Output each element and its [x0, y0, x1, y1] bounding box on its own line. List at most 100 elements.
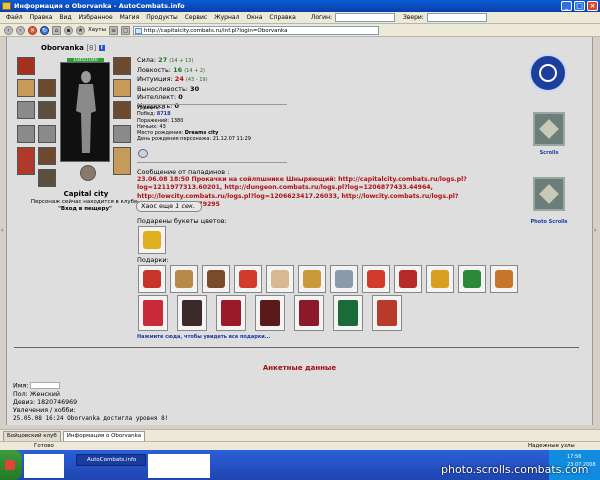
- stop-icon[interactable]: ×: [28, 25, 37, 35]
- earring-slot-icon[interactable]: [38, 125, 56, 143]
- divider: [14, 347, 579, 348]
- profile-block: Имя: Пол: Женский Девиз: 1820746969 Увле…: [13, 382, 168, 423]
- flower-bouquet-icon[interactable]: [138, 226, 166, 254]
- favorites-button[interactable]: Хауты: [88, 27, 106, 33]
- close-button[interactable]: ×: [587, 1, 598, 11]
- toolbar: ‹ › × ↻ ⌂ ▪ ★ Хауты ≡ ▢ http://capitalci…: [0, 24, 600, 37]
- scrolls-label[interactable]: Scrolls: [524, 150, 574, 156]
- gift-icon[interactable]: [266, 265, 294, 293]
- menu-edit[interactable]: Правка: [30, 14, 53, 21]
- zvery-label: Звери:: [403, 14, 424, 21]
- menu-windows[interactable]: Окна: [246, 14, 262, 21]
- helmet-slot-icon[interactable]: [17, 57, 35, 75]
- info-block: Уровень: 8 Побед: 8718 Поражений: 1380 Н…: [137, 105, 251, 143]
- start-button[interactable]: [0, 450, 22, 480]
- divider: [137, 162, 287, 163]
- menu-file[interactable]: Файл: [6, 14, 23, 21]
- gift-card-icon[interactable]: [372, 295, 402, 331]
- menu-products[interactable]: Продукты: [146, 14, 178, 21]
- amulet-slot-icon[interactable]: [38, 147, 56, 165]
- gift-card-icon[interactable]: [255, 295, 285, 331]
- clock: 17:56: [567, 454, 582, 460]
- shield-slot-icon[interactable]: [113, 101, 131, 119]
- weapon-slot-icon[interactable]: [80, 165, 96, 181]
- gift-icon[interactable]: [458, 265, 486, 293]
- gift-icon[interactable]: [298, 265, 326, 293]
- name-field: [30, 382, 61, 389]
- stat-row: Интуиция: 24 (43 - 19): [137, 75, 208, 83]
- shield-slot-icon[interactable]: [113, 79, 131, 97]
- gift-icon[interactable]: [202, 265, 230, 293]
- bracer-slot-icon[interactable]: [17, 79, 35, 97]
- profile-title: Анкетные данные: [262, 364, 337, 372]
- ring-slot-icon[interactable]: [17, 101, 35, 119]
- sword-slot-icon[interactable]: [17, 125, 35, 143]
- tab-fight-club[interactable]: Бойцовский клуб: [3, 431, 61, 441]
- app-icon: [2, 2, 11, 10]
- gift-icon[interactable]: [362, 265, 390, 293]
- gift-icon[interactable]: [490, 265, 518, 293]
- page-icon[interactable]: ▢: [120, 25, 130, 35]
- taskbar-item[interactable]: AutoCombats.info: [76, 454, 146, 466]
- expand-left-icon[interactable]: ‹: [1, 227, 3, 234]
- ring-slot-icon[interactable]: [113, 125, 131, 143]
- character-name-text: Oborvanka: [41, 44, 84, 52]
- menu-magic[interactable]: Магия: [120, 14, 140, 21]
- scrolls-banner-icon[interactable]: [533, 112, 565, 146]
- windows-logo-icon: [5, 460, 15, 470]
- gift-card-icon[interactable]: [138, 295, 168, 331]
- stats-block: Сила: 27 (14 + 13) Ловкость: 16 (14 + 2)…: [137, 56, 297, 110]
- gift-card-icon[interactable]: [177, 295, 207, 331]
- right-sidebar: ›: [592, 37, 600, 425]
- menu-view[interactable]: Вид: [59, 14, 71, 21]
- address-bar[interactable]: http://capitalcity.combats.ru/inf.pl?log…: [132, 25, 379, 35]
- character-silhouette-icon: [76, 71, 96, 153]
- menu-favorites[interactable]: Избранное: [79, 14, 113, 21]
- all-gifts-link[interactable]: Нажмите сюда, чтобы увидеть все подарки.…: [137, 334, 270, 340]
- armor-slot-icon[interactable]: [17, 147, 35, 175]
- expand-right-icon[interactable]: ›: [594, 227, 596, 234]
- photo-scrolls-banner-icon[interactable]: [533, 177, 565, 211]
- watermark-text: photo.scrolls.combats.com: [441, 463, 589, 476]
- refresh-icon[interactable]: ↻: [40, 25, 49, 35]
- gift-card-icon[interactable]: [333, 295, 363, 331]
- location-text: Персонаж сейчас находится в клубе.: [30, 199, 140, 205]
- menu-service[interactable]: Сервис: [185, 14, 207, 21]
- gift-card-icon[interactable]: [216, 295, 246, 331]
- maximize-button[interactable]: □: [574, 1, 585, 11]
- boots-slot-icon[interactable]: [38, 169, 56, 187]
- login-dropdown[interactable]: [335, 13, 396, 22]
- photo-scrolls-label[interactable]: Photo Scrolls: [524, 219, 574, 225]
- minimize-button[interactable]: _: [561, 1, 572, 11]
- gift-icon[interactable]: [170, 265, 198, 293]
- tab-info[interactable]: Информация о Oborvanka: [62, 431, 146, 441]
- hobby-text: 25.05.08 16:24 Oborvanka достигла уровня…: [13, 414, 169, 422]
- legs-slot-icon[interactable]: [113, 147, 131, 175]
- clan-shield-icon[interactable]: [138, 149, 148, 158]
- menu-journal[interactable]: Журнал: [214, 14, 239, 21]
- gift-icon[interactable]: [234, 265, 262, 293]
- combats-emblem-icon[interactable]: [529, 54, 567, 92]
- address-text: http://capitalcity.combats.ru/inf.pl?log…: [143, 27, 288, 34]
- character-name: Oborvanka [8] i: [41, 44, 105, 52]
- home-icon[interactable]: ⌂: [52, 25, 61, 35]
- print-icon[interactable]: ▪: [64, 25, 73, 35]
- character-doll[interactable]: [60, 62, 110, 162]
- menu-help[interactable]: Справка: [269, 14, 295, 21]
- stat-row: Сила: 27 (14 + 13): [137, 56, 194, 64]
- gift-icon[interactable]: [394, 265, 422, 293]
- forward-icon[interactable]: ›: [16, 25, 25, 35]
- zvery-dropdown[interactable]: [426, 13, 487, 22]
- tools-icon[interactable]: ≡: [108, 25, 118, 35]
- shoulder-slot-icon[interactable]: [113, 57, 131, 75]
- gloves-slot-icon[interactable]: [38, 101, 56, 119]
- gift-icon[interactable]: [426, 265, 454, 293]
- gift-icon[interactable]: [138, 265, 166, 293]
- taskbar-blank: [148, 454, 210, 478]
- gift-card-icon[interactable]: [294, 295, 324, 331]
- belt-slot-icon[interactable]: [38, 79, 56, 97]
- favorites-icon[interactable]: ★: [76, 25, 85, 35]
- back-icon[interactable]: ‹: [4, 25, 13, 35]
- gift-icon[interactable]: [330, 265, 358, 293]
- info-flag-icon[interactable]: i: [98, 45, 105, 51]
